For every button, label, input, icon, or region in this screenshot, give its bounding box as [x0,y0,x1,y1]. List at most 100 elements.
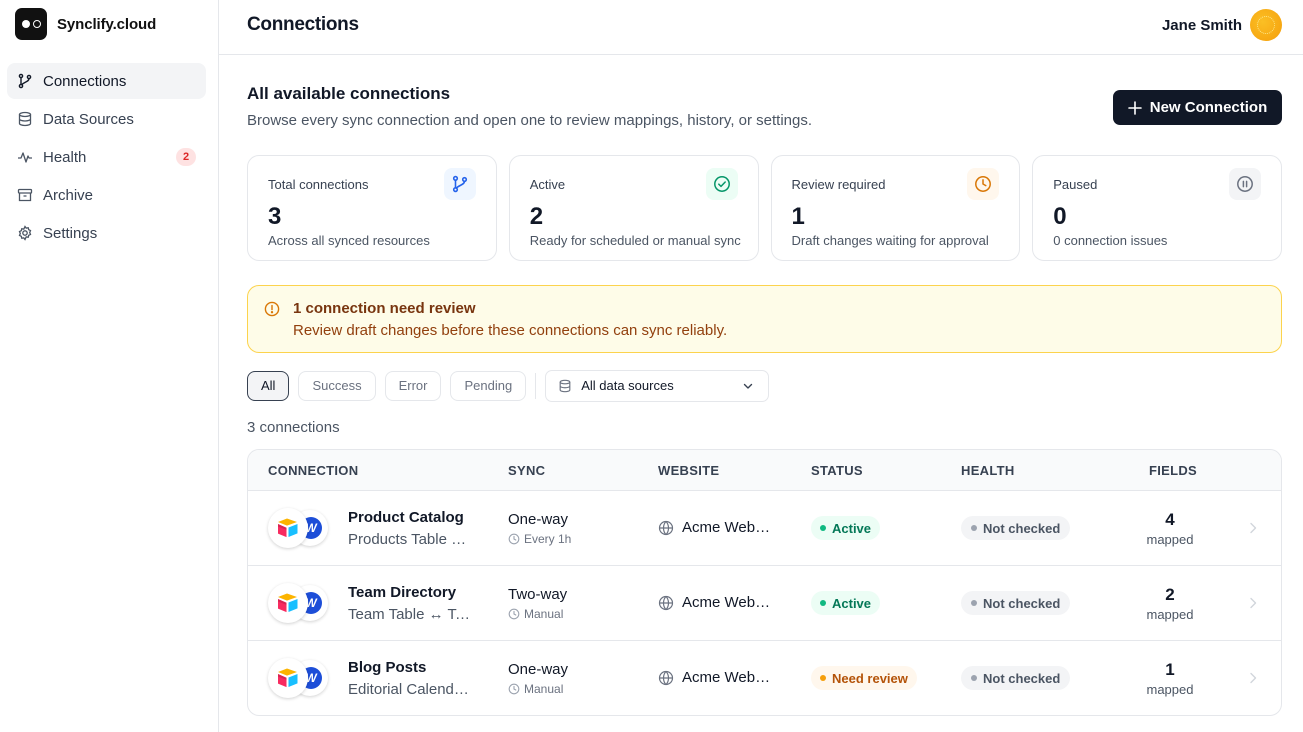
connection-logos: W [268,658,332,698]
page-title: Connections [247,14,359,35]
chevron-right-icon[interactable] [1247,671,1259,685]
column-header-fields: FIELDS [1149,463,1198,478]
sync-frequency: Manual [508,607,563,621]
health-count-badge: 2 [176,148,196,166]
database-icon [18,111,32,127]
clock-icon [508,683,520,695]
fields-count: 1 mapped [1128,660,1212,698]
sidebar-item-data-sources[interactable]: Data Sources [7,101,206,137]
filter-divider [535,372,537,399]
alert-circle-icon [264,301,280,317]
branch-icon [443,168,476,200]
sidebar-item-label: Health [43,148,87,166]
table-row[interactable]: W Team Directory Team Table ↔ Team Membe… [248,566,1281,641]
website-name: Acme Webflow Site [682,519,774,536]
sync-frequency-label: Manual [524,607,564,621]
stat-label: Review required [791,177,886,192]
filter-bar: All Success Error Pending All data sourc… [247,369,770,402]
fields-label: mapped [1146,532,1194,547]
status-label: Active [832,595,872,611]
alert-title: 1 connection need review [293,300,476,317]
website: Acme Webflow Site [658,594,774,611]
new-connection-label: New Connection [1149,99,1268,116]
activity-icon [18,152,32,163]
status-label: Need review [832,670,908,686]
stat-desc: 0 connection issues [1053,233,1168,248]
connections-table: CONNECTION SYNC WEBSITE STATUS HEALTH FI… [247,449,1282,716]
sidebar-item-label: Settings [43,224,98,242]
sidebar-item-label: Archive [43,186,94,204]
database-icon [559,379,571,392]
status-label: Active [832,520,872,536]
fields-number: 4 [1165,510,1175,529]
branch-icon [18,73,32,89]
chevron-right-icon[interactable] [1247,521,1259,535]
column-header-status: STATUS [811,463,863,478]
fields-label: mapped [1146,607,1194,622]
fields-number: 1 [1165,660,1175,679]
data-source-select[interactable]: All data sources [545,369,770,402]
status-badge: Active [811,516,881,540]
filter-chip-all[interactable]: All [247,370,290,401]
globe-icon [658,520,674,535]
table-row[interactable]: W Blog Posts Editorial Calendar ↔ Blog P… [248,641,1281,715]
pause-circle-icon [1229,168,1261,200]
website: Acme Webflow Site [658,669,774,686]
brand-logo-icon [15,8,47,40]
sidebar-item-health[interactable]: Health 2 [7,139,206,175]
filter-chip-pending[interactable]: Pending [450,370,527,401]
stat-value: 0 [1053,203,1067,230]
chevron-right-icon[interactable] [1247,596,1259,610]
new-connection-button[interactable]: New Connection [1113,90,1282,125]
column-header-website: WEBSITE [658,463,720,478]
fields-label: mapped [1146,682,1194,697]
sidebar-item-settings[interactable]: Settings [7,215,206,251]
connection-mapping: Products Table ↔ Products [348,531,473,548]
sidebar-item-connections[interactable]: Connections [7,63,206,99]
stat-desc: Draft changes waiting for approval [791,233,989,248]
sidebar-nav: Connections Data Sources Health 2 Archiv… [7,63,206,253]
brand-name: Synclify.cloud [57,15,157,33]
filter-chip-success[interactable]: Success [298,370,376,401]
stats-cards: Total connections 3 Across all synced re… [247,155,1282,261]
globe-icon [658,595,674,610]
clock-icon [508,608,520,620]
sync-frequency-label: Manual [524,682,564,696]
column-header-connection: CONNECTION [268,463,359,478]
user-menu[interactable]: Jane Smith [1162,9,1282,41]
status-badge: Active [811,591,881,615]
status-badge: Need review [811,666,917,690]
section-title: All available connections [247,84,451,103]
brand[interactable]: Synclify.cloud [15,8,156,40]
filter-chip-error[interactable]: Error [384,370,442,401]
stat-card-review: Review required 1 Draft changes waiting … [770,155,1021,261]
top-bar: Connections Jane Smith [219,0,1303,55]
sync-frequency: Manual [508,682,563,696]
website-name: Acme Webflow Site [682,594,774,611]
connection-logos: W [268,508,332,548]
plus-icon [1127,100,1142,115]
airtable-logo-icon [268,583,308,623]
stat-desc: Ready for scheduled or manual sync [529,233,741,248]
column-header-health: HEALTH [961,463,1015,478]
stat-value: 2 [529,203,544,230]
website-name: Acme Webflow Site [682,669,774,686]
sidebar-item-archive[interactable]: Archive [7,177,206,213]
table-row[interactable]: W Product Catalog Products Table ↔ Produ… [248,491,1281,566]
stat-value: 1 [791,203,805,230]
health-badge: Not checked [961,516,1071,540]
clock-icon [967,168,1000,200]
health-label: Not checked [983,670,1061,686]
connection-logos: W [268,583,332,623]
fields-count: 2 mapped [1128,586,1212,623]
connection-name: Product Catalog [348,509,464,526]
sidebar: Synclify.cloud Connections Data Sources … [0,0,219,732]
alert-text: Review draft changes before these connec… [293,322,728,339]
fields-count: 4 mapped [1128,510,1212,548]
sync-type: One-way [508,661,569,678]
column-header-sync: SYNC [508,463,546,478]
gear-icon [18,225,32,241]
archive-icon [17,188,33,202]
review-alert: 1 connection need review Review draft ch… [247,285,1282,353]
section-subtitle: Browse every sync connection and open on… [247,112,813,129]
